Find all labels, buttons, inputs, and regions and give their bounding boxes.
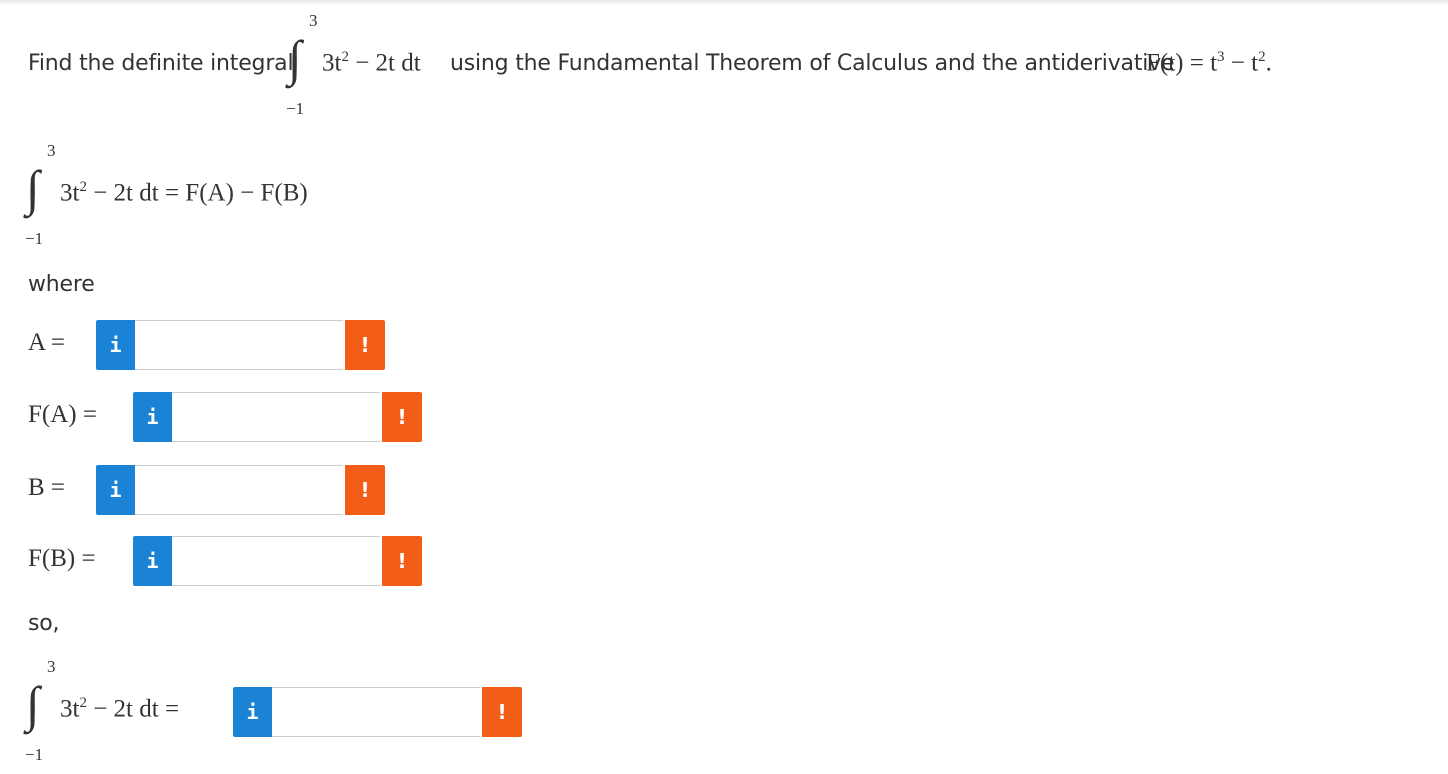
info-button[interactable]: i [96,465,135,515]
warning-button[interactable]: ! [382,536,422,586]
integral-upper-limit: 3 [309,11,318,30]
info-button[interactable]: i [133,536,172,586]
statement-upper-limit: 3 [47,141,56,160]
info-button[interactable]: i [233,687,272,737]
final-upper-limit: 3 [47,657,56,676]
answer-input-fb[interactable] [172,536,380,586]
answer-input-b[interactable] [135,465,343,515]
answer-input-a[interactable] [135,320,343,370]
label-a: A = [28,329,66,356]
problem-middle: using the Fundamental Theorem of Calculu… [450,51,1175,76]
so-text: so, [28,611,60,636]
info-button[interactable]: i [133,392,172,442]
problem-integrand: 3t2 − 2t dt [322,49,421,77]
top-shadow [0,0,1448,6]
problem-prefix: Find the definite integral [28,51,294,76]
answer-input-fa[interactable] [172,392,380,442]
warning-button[interactable]: ! [345,465,385,515]
integral-lower-limit: −1 [286,99,305,118]
where-text: where [28,272,95,297]
statement-lower-limit: −1 [25,229,44,248]
warning-button[interactable]: ! [345,320,385,370]
label-b: B = [28,474,66,501]
warning-button[interactable]: ! [482,687,522,737]
info-button[interactable]: i [96,320,135,370]
statement-equation: 3t2 − 2t dt = F(A) − F(B) [60,179,308,207]
problem-antiderivative: F(t) = t3 − t2. [1146,49,1272,77]
label-fb: F(B) = [28,545,96,572]
integral-sign-icon: ∫ [26,160,40,216]
label-fa: F(A) = [28,401,97,428]
answer-input-final[interactable] [272,687,480,737]
integral-sign-icon: ∫ [26,676,40,732]
final-equation: 3t2 − 2t dt = [60,695,180,723]
integral-sign-icon: ∫ [288,30,302,86]
warning-button[interactable]: ! [382,392,422,442]
final-lower-limit: −1 [25,745,44,764]
